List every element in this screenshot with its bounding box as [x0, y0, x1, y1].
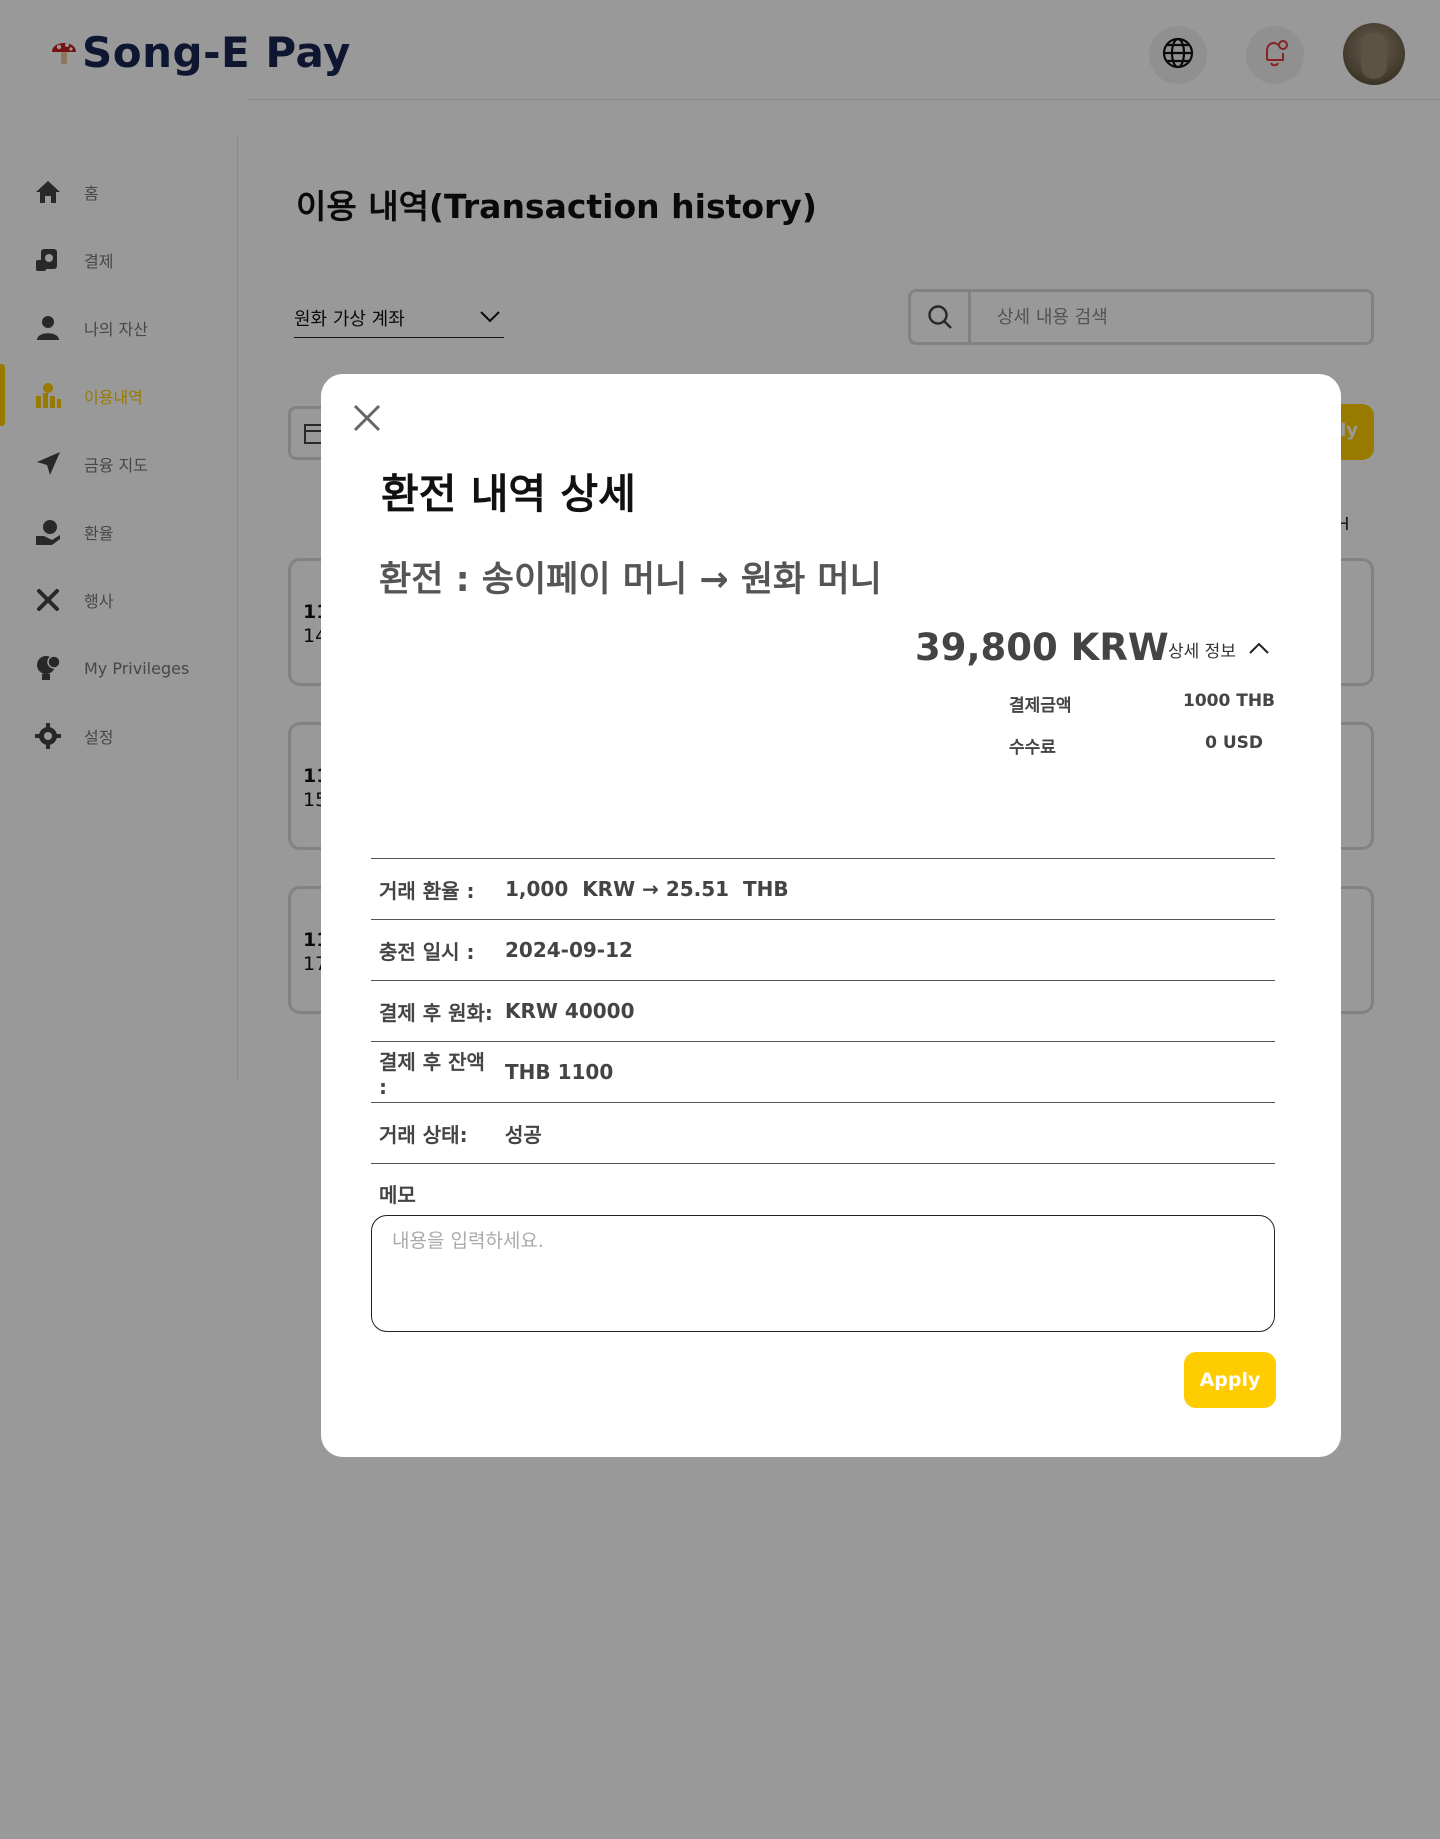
info-row: 거래 환율 : 1,000 KRW → 25.51 THB [371, 859, 1275, 920]
breakdown-row: 결제금액 1000 THB [1009, 691, 1275, 716]
info-value: 1,000 KRW → 25.51 THB [505, 877, 789, 901]
chevron-up-icon [1248, 640, 1270, 659]
info-row: 거래 상태: 성공 [371, 1103, 1275, 1164]
info-label: 결제 후 원화: [379, 1000, 493, 1025]
apply-button[interactable]: Apply [1184, 1352, 1276, 1408]
exchange-direction: 환전 : 송이페이 머니 → 원화 머니 [379, 560, 882, 600]
breakdown-label: 수수료 [1009, 738, 1056, 758]
info-value: 2024-09-12 [505, 938, 633, 962]
detail-toggle-label: 상세 정보 [1168, 642, 1236, 662]
info-value: 성공 [505, 1122, 542, 1147]
info-label: 거래 환율 : [379, 878, 475, 903]
info-value: THB 1100 [505, 1060, 614, 1084]
breakdown-value: 0 USD [1205, 733, 1263, 753]
info-label: 충전 일시 : [379, 939, 475, 964]
exchange-detail-modal: 환전 내역 상세 환전 : 송이페이 머니 → 원화 머니 39,800 KRW… [321, 374, 1341, 1457]
exchange-amount: 39,800 KRW [915, 626, 1169, 669]
memo-input[interactable] [371, 1215, 1275, 1332]
memo-label: 메모 [379, 1183, 416, 1207]
info-row: 충전 일시 : 2024-09-12 [371, 920, 1275, 981]
transaction-info-table: 거래 환율 : 1,000 KRW → 25.51 THB 충전 일시 : 20… [371, 858, 1275, 1164]
modal-title: 환전 내역 상세 [381, 470, 636, 518]
close-icon [349, 404, 385, 440]
info-row: 결제 후 잔액 : THB 1100 [371, 1042, 1275, 1103]
info-label: 거래 상태: [379, 1122, 468, 1147]
info-row: 결제 후 원화: KRW 40000 [371, 981, 1275, 1042]
breakdown-row: 수수료 0 USD [1009, 733, 1263, 758]
info-value: KRW 40000 [505, 999, 635, 1023]
detail-toggle[interactable]: 상세 정보 [1168, 637, 1270, 662]
info-label: 결제 후 잔액 : [379, 1049, 485, 1099]
close-button[interactable] [349, 400, 385, 436]
breakdown-value: 1000 THB [1182, 691, 1275, 711]
breakdown-label: 결제금액 [1009, 696, 1072, 716]
